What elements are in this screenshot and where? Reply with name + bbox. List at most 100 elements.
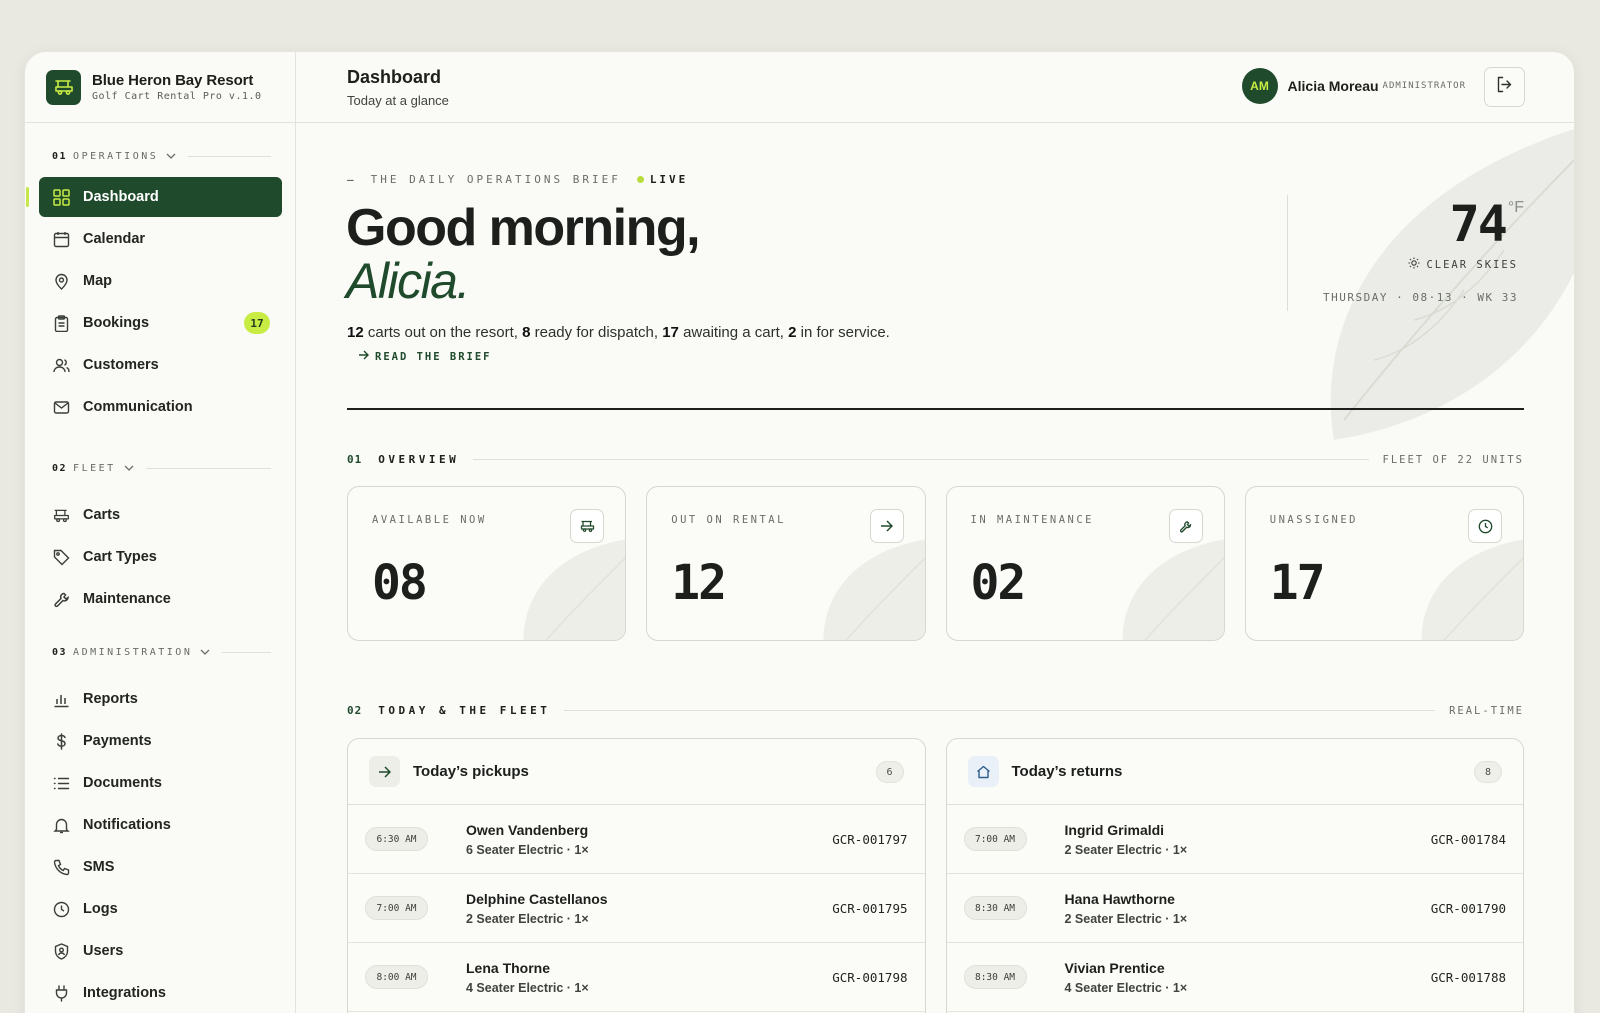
pickups-header[interactable]: Today’s pickups 6 — [348, 739, 925, 805]
wrench-icon — [52, 590, 70, 608]
sidebar-item-label: Communication — [83, 399, 193, 415]
section-label: OPERATIONS — [73, 150, 159, 162]
golf-cart-icon — [570, 509, 605, 543]
sidebar-item-communication[interactable]: Communication — [39, 387, 282, 427]
returns-count-badge: 8 — [1474, 761, 1502, 783]
fleet-summary: 12 carts out on the resort, 8 ready for … — [347, 324, 890, 341]
dollar-icon — [52, 732, 70, 750]
sidebar: Blue Heron Bay Resort Golf Cart Rental P… — [25, 52, 296, 1013]
section-number: 03 — [52, 646, 68, 658]
returns-header[interactable]: Today’s returns 8 — [946, 739, 1523, 805]
stat-card-out-on-rental[interactable]: OUT ON RENTAL 12 — [646, 486, 926, 641]
sidebar-item-label: Bookings — [83, 315, 150, 331]
users-icon — [52, 356, 70, 374]
cart-detail: 2 Seater Electric · 1× — [466, 911, 589, 926]
chevron-down-icon — [166, 153, 176, 159]
section-label: FLEET — [73, 462, 116, 474]
sidebar-item-payments[interactable]: Payments — [39, 721, 282, 761]
return-row[interactable]: 8:30 AM Hana Hawthorne 2 Seater Electric … — [946, 874, 1523, 943]
sidebar-item-sms[interactable]: SMS — [39, 847, 282, 887]
sidebar-item-label: SMS — [83, 859, 115, 875]
customer-name: Delphine Castellanos — [466, 890, 608, 907]
booking-code: GCR-001788 — [1430, 969, 1506, 985]
top-bar: Dashboard Today at a glance AM Alicia Mo… — [296, 52, 1574, 123]
sidebar-item-bookings[interactable]: Bookings 17 — [39, 303, 282, 343]
sidebar-item-label: Customers — [83, 357, 159, 373]
stat-card-in-maintenance[interactable]: IN MAINTENANCE 02 — [945, 486, 1225, 641]
sidebar-item-notifications[interactable]: Notifications — [39, 805, 282, 845]
summary-awaiting-text: awaiting a cart, — [683, 324, 784, 341]
overview-cards: AVAILABLE NOW 08 OUT ON RENTAL 12 IN MAI… — [347, 486, 1524, 641]
bell-icon — [52, 816, 70, 834]
sidebar-item-map[interactable]: Map — [39, 261, 282, 301]
logout-button[interactable] — [1484, 67, 1525, 107]
stat-label: IN MAINTENANCE — [970, 514, 1095, 526]
panel-title: Today’s pickups — [413, 763, 529, 780]
sidebar-item-label: Carts — [83, 507, 121, 523]
stat-value: 12 — [671, 555, 727, 611]
sidebar-item-integrations[interactable]: Integrations — [39, 973, 282, 1013]
stat-label: OUT ON RENTAL — [671, 514, 786, 526]
brand-header[interactable]: Blue Heron Bay Resort Golf Cart Rental P… — [25, 52, 295, 123]
chevron-down-icon — [200, 649, 210, 655]
read-brief-link[interactable]: READ THE BRIEF — [358, 350, 492, 363]
customer-name: Owen Vandenberg — [466, 821, 589, 838]
stat-card-available[interactable]: AVAILABLE NOW 08 — [347, 486, 627, 641]
bar-chart-icon — [52, 690, 70, 708]
greeting-heading: Good morning, — [346, 199, 701, 257]
sidebar-item-calendar[interactable]: Calendar — [39, 219, 282, 259]
section-operations[interactable]: 01 OPERATIONS — [25, 145, 295, 167]
summary-ready-count: 8 — [522, 324, 531, 341]
stat-label: UNASSIGNED — [1269, 514, 1358, 526]
user-menu[interactable]: AM Alicia Moreau ADMINISTRATOR — [1241, 68, 1466, 104]
panel-title: Today’s returns — [1011, 763, 1123, 780]
return-row[interactable]: 7:00 AM Ingrid Grimaldi 2 Seater Electric… — [946, 805, 1523, 874]
sidebar-item-users[interactable]: Users — [39, 931, 282, 971]
sidebar-item-documents[interactable]: Documents — [39, 763, 282, 803]
time-pill: 7:00 AM — [963, 827, 1027, 851]
time-pill: 7:00 AM — [365, 896, 428, 920]
section-number: 01 — [347, 453, 363, 466]
leaf-watermark — [823, 539, 925, 640]
stat-label: AVAILABLE NOW — [372, 514, 487, 526]
page-subtitle: Today at a glance — [347, 93, 449, 108]
sidebar-item-dashboard[interactable]: Dashboard — [26, 177, 282, 217]
arrow-right-icon — [369, 756, 400, 787]
page-title: Dashboard — [347, 67, 442, 87]
read-brief-label: READ THE BRIEF — [375, 350, 492, 363]
summary-awaiting-count: 17 — [662, 324, 679, 341]
pickup-row[interactable]: 6:30 AM Owen Vandenberg 6 Seater Electric… — [348, 805, 925, 874]
list-icon — [52, 774, 70, 792]
greeting-name: Alicia. — [346, 253, 470, 309]
section-title: OVERVIEW — [378, 453, 460, 466]
stat-card-unassigned[interactable]: UNASSIGNED 17 — [1244, 486, 1524, 641]
leaf-watermark — [523, 539, 626, 640]
section-number: 01 — [52, 150, 68, 162]
temperature-value: 74 — [1449, 195, 1508, 253]
booking-code: GCR-001795 — [832, 900, 908, 916]
section-administration[interactable]: 03 ADMINISTRATION — [25, 641, 295, 663]
pickup-row[interactable]: 8:00 AM Lena Thorne 4 Seater Electric · 1… — [348, 943, 925, 1012]
section-label: ADMINISTRATION — [73, 646, 193, 658]
sidebar-item-reports[interactable]: Reports — [39, 679, 282, 719]
sidebar-item-carts[interactable]: Carts — [39, 495, 282, 535]
stat-value: 17 — [1269, 555, 1326, 611]
time-pill: 8:00 AM — [365, 965, 428, 989]
sidebar-item-label: Documents — [83, 775, 162, 791]
clock-icon — [52, 900, 70, 918]
tag-icon — [52, 548, 70, 566]
pickup-row[interactable]: 7:00 AM Delphine Castellanos 2 Seater Ele… — [348, 874, 925, 943]
sidebar-item-label: Maintenance — [83, 591, 171, 607]
sidebar-item-maintenance[interactable]: Maintenance — [39, 579, 282, 619]
live-indicator: LIVE — [649, 173, 689, 186]
sidebar-item-cart-types[interactable]: Cart Types — [39, 537, 282, 577]
live-dot-icon — [636, 176, 644, 183]
return-row[interactable]: 8:30 AM Vivian Prentice 4 Seater Electric… — [946, 943, 1523, 1012]
cart-detail: 4 Seater Electric · 1× — [1064, 980, 1188, 995]
section-fleet[interactable]: 02 FLEET — [25, 457, 295, 479]
sidebar-item-customers[interactable]: Customers — [39, 345, 282, 385]
sidebar-item-logs[interactable]: Logs — [39, 889, 282, 929]
sidebar-item-label: Payments — [83, 733, 152, 749]
section-title: TODAY & THE FLEET — [378, 704, 551, 717]
sidebar-item-label: Users — [83, 943, 124, 959]
